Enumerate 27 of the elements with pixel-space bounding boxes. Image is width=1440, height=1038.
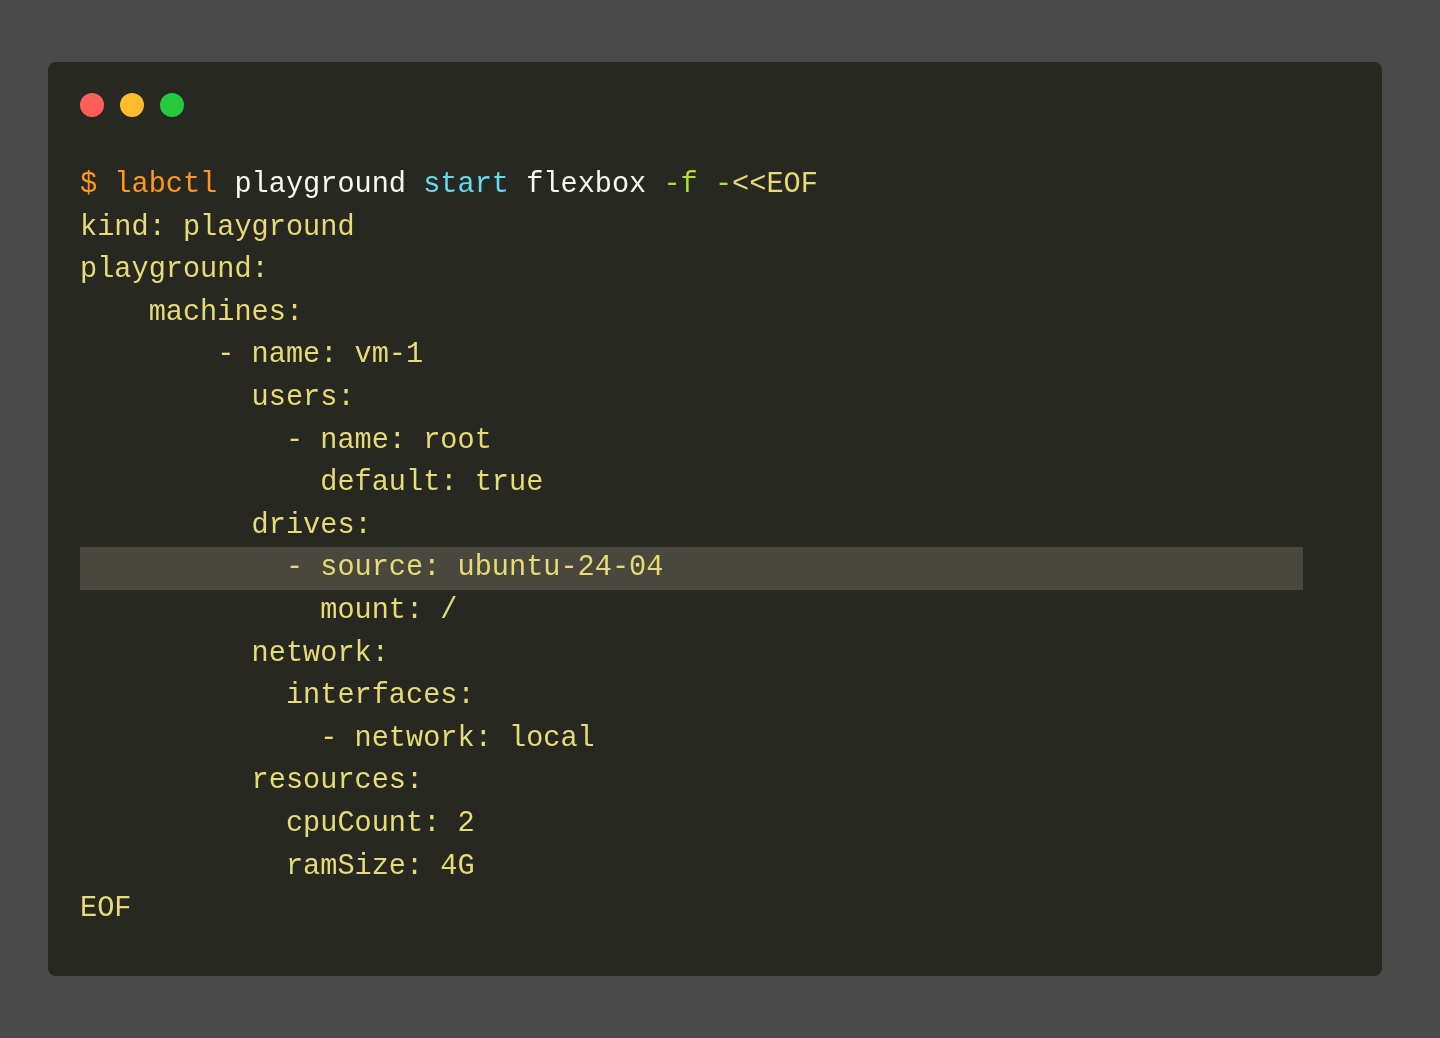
code-text: machines: xyxy=(147,295,304,329)
code-text: EOF xyxy=(80,892,132,926)
code-text: mount: / xyxy=(319,593,458,627)
code-text: users: xyxy=(250,380,355,414)
code-text: - name: vm-1 xyxy=(216,338,424,372)
code-text: cpuCount: 2 xyxy=(284,806,475,840)
code-text: interfaces: xyxy=(284,679,475,713)
code-text: drives: xyxy=(250,508,372,542)
code-text: resources: xyxy=(250,764,424,798)
code-text: default: true xyxy=(319,466,544,500)
code-text: playground xyxy=(233,168,407,201)
code-text: flexbox xyxy=(525,168,647,201)
code-text: kind: playground xyxy=(80,210,355,244)
code-text: $ labctl xyxy=(80,168,218,201)
code-text: -f xyxy=(662,168,698,201)
code-text: - network: local xyxy=(319,721,595,755)
window-control-button[interactable] xyxy=(80,93,104,117)
code-text: playground: xyxy=(80,253,269,287)
window-control-button[interactable] xyxy=(160,93,184,117)
code-text: - source: ubuntu-24-04 xyxy=(284,551,664,585)
code-text: - xyxy=(713,168,733,201)
code-text: <<EOF xyxy=(732,168,818,201)
window-control-button[interactable] xyxy=(120,93,144,117)
code-text: ramSize: 4G xyxy=(284,849,475,883)
code-text: network: xyxy=(250,636,389,670)
code-text: - name: root xyxy=(284,423,492,457)
code-text: start xyxy=(422,168,509,201)
